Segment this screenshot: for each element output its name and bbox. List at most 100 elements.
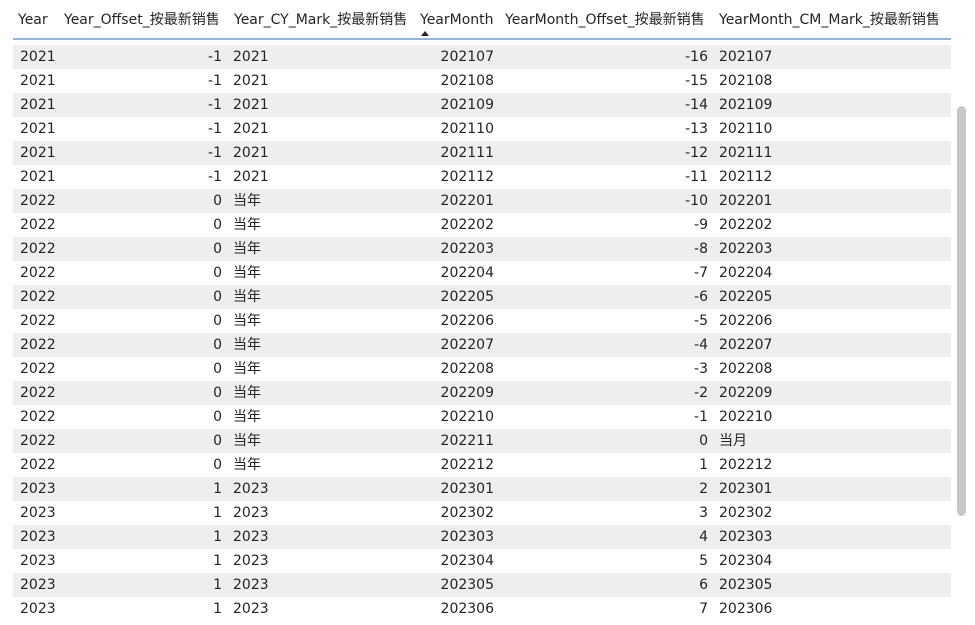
table-row[interactable]: 2022 0 当年 202202 -9 202202 (13, 213, 951, 237)
cell-year-cy-mark: 当年 (233, 241, 261, 257)
cell-year-offset: 1 (213, 529, 222, 545)
table-row[interactable]: 2022 0 当年 202206 -5 202206 (13, 309, 951, 333)
cell-yearmonth-offset: -6 (694, 289, 708, 305)
table-row[interactable]: 2022 0 当年 202211 0 当月 (13, 429, 951, 453)
cell-yearmonth: 202211 (440, 433, 494, 449)
table-row[interactable]: 2022 0 当年 202203 -8 202203 (13, 237, 951, 261)
cell-yearmonth-offset: -16 (685, 49, 708, 65)
cell-year-offset: 0 (213, 289, 222, 305)
cell-yearmonth-cm-mark: 202209 (719, 385, 773, 401)
table-row[interactable]: 2023 1 2023 202306 7 202306 (13, 597, 951, 621)
table-row[interactable]: 2023 1 2023 202301 2 202301 (13, 477, 951, 501)
cell-yearmonth: 202205 (440, 289, 494, 305)
cell-yearmonth: 202304 (440, 553, 494, 569)
cell-year-cy-mark: 2021 (233, 169, 269, 185)
cell-year-offset: 1 (213, 505, 222, 521)
cell-year-cy-mark: 2023 (233, 553, 269, 569)
cell-year-offset: 0 (213, 385, 222, 401)
cell-yearmonth-cm-mark: 202107 (719, 49, 773, 65)
cell-yearmonth-cm-mark: 202306 (719, 601, 773, 617)
table-row[interactable]: 2023 1 2023 202303 4 202303 (13, 525, 951, 549)
table-row[interactable]: 2021 -1 2021 202107 -16 202107 (13, 45, 951, 69)
cell-yearmonth-offset: -11 (685, 169, 708, 185)
cell-year-cy-mark: 当年 (233, 361, 261, 377)
table-row[interactable]: 2023 1 2023 202304 5 202304 (13, 549, 951, 573)
cell-yearmonth: 202210 (440, 409, 494, 425)
cell-year-offset: -1 (208, 49, 222, 65)
cell-yearmonth-cm-mark: 202203 (719, 241, 773, 257)
table-row[interactable]: 2022 0 当年 202208 -3 202208 (13, 357, 951, 381)
table-row[interactable]: 2022 0 当年 202210 -1 202210 (13, 405, 951, 429)
table-row[interactable]: 2021 -1 2021 202112 -11 202112 (13, 165, 951, 189)
cell-yearmonth-cm-mark: 202201 (719, 193, 773, 209)
cell-yearmonth-cm-mark: 202110 (719, 121, 773, 137)
cell-year-offset: 0 (213, 433, 222, 449)
table-row[interactable]: 2021 -1 2021 202108 -15 202108 (13, 69, 951, 93)
column-header-yearmonth-cm-mark[interactable]: YearMonth_CM_Mark_按最新销售 (719, 10, 940, 30)
vertical-scrollbar-thumb[interactable] (957, 106, 966, 516)
cell-year-offset: -1 (208, 145, 222, 161)
cell-yearmonth-cm-mark: 202303 (719, 529, 773, 545)
table-row[interactable]: 2021 -1 2021 202111 -12 202111 (13, 141, 951, 165)
cell-year: 2021 (20, 97, 56, 113)
cell-yearmonth: 202301 (440, 481, 494, 497)
table-visual: Year Year_Offset_按最新销售 Year_CY_Mark_按最新销… (0, 0, 975, 625)
column-header-year[interactable]: Year (18, 10, 48, 30)
cell-year: 2021 (20, 169, 56, 185)
cell-year-cy-mark: 2021 (233, 49, 269, 65)
cell-yearmonth-cm-mark: 202205 (719, 289, 773, 305)
cell-yearmonth-offset: -14 (685, 97, 708, 113)
cell-year-offset: -1 (208, 121, 222, 137)
cell-yearmonth-offset: -1 (694, 409, 708, 425)
column-header-year-cy-mark[interactable]: Year_CY_Mark_按最新销售 (234, 10, 407, 30)
table-row[interactable]: 2023 1 2023 202305 6 202305 (13, 573, 951, 597)
cell-year-offset: 0 (213, 265, 222, 281)
cell-year-cy-mark: 当年 (233, 265, 261, 281)
cell-yearmonth-offset: 4 (699, 529, 708, 545)
column-header-yearmonth[interactable]: YearMonth (420, 10, 494, 30)
sort-ascending-icon[interactable] (421, 31, 429, 36)
cell-year-cy-mark: 当年 (233, 433, 261, 449)
cell-yearmonth-cm-mark: 202305 (719, 577, 773, 593)
cell-year: 2022 (20, 409, 56, 425)
column-header-yearmonth-offset[interactable]: YearMonth_Offset_按最新销售 (505, 10, 705, 30)
cell-yearmonth-offset: 7 (699, 601, 708, 617)
cell-year: 2021 (20, 49, 56, 65)
table-body: 2021 -1 2021 202107 -16 202107 2021 -1 2021 20210… (13, 45, 951, 621)
table-row[interactable]: 2021 -1 2021 202109 -14 202109 (13, 93, 951, 117)
column-header-year-offset[interactable]: Year_Offset_按最新销售 (64, 10, 220, 30)
cell-year-offset: 0 (213, 409, 222, 425)
table-row[interactable]: 2022 0 当年 202204 -7 202204 (13, 261, 951, 285)
table-row[interactable]: 2022 0 当年 202201 -10 202201 (13, 189, 951, 213)
cell-year-cy-mark: 2023 (233, 529, 269, 545)
cell-yearmonth-offset: -4 (694, 337, 708, 353)
table-row[interactable]: 2023 1 2023 202302 3 202302 (13, 501, 951, 525)
cell-yearmonth-offset: -10 (685, 193, 708, 209)
cell-yearmonth-cm-mark: 202109 (719, 97, 773, 113)
table-row[interactable]: 2022 0 当年 202209 -2 202209 (13, 381, 951, 405)
cell-yearmonth: 202107 (440, 49, 494, 65)
cell-yearmonth: 202207 (440, 337, 494, 353)
table-row[interactable]: 2022 0 当年 202212 1 202212 (13, 453, 951, 477)
cell-year: 2023 (20, 505, 56, 521)
cell-year: 2021 (20, 121, 56, 137)
cell-year: 2022 (20, 217, 56, 233)
cell-yearmonth-cm-mark: 202208 (719, 361, 773, 377)
table-row[interactable]: 2022 0 当年 202205 -6 202205 (13, 285, 951, 309)
table-row[interactable]: 2021 -1 2021 202110 -13 202110 (13, 117, 951, 141)
cell-year-offset: -1 (208, 73, 222, 89)
cell-yearmonth-cm-mark: 202207 (719, 337, 773, 353)
cell-yearmonth-cm-mark: 202112 (719, 169, 773, 185)
cell-year-cy-mark: 当年 (233, 289, 261, 305)
cell-yearmonth-offset: 2 (699, 481, 708, 497)
cell-yearmonth-offset: -3 (694, 361, 708, 377)
table-row[interactable]: 2022 0 当年 202207 -4 202207 (13, 333, 951, 357)
cell-year-cy-mark: 2023 (233, 577, 269, 593)
cell-year-offset: 1 (213, 481, 222, 497)
cell-yearmonth-offset: 3 (699, 505, 708, 521)
cell-yearmonth-offset: 0 (699, 433, 708, 449)
cell-year: 2022 (20, 289, 56, 305)
cell-year-cy-mark: 当年 (233, 337, 261, 353)
cell-year-offset: 0 (213, 361, 222, 377)
cell-yearmonth-cm-mark: 202204 (719, 265, 773, 281)
